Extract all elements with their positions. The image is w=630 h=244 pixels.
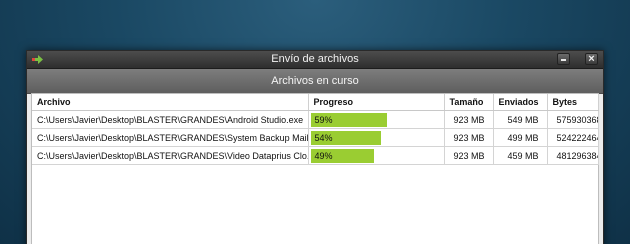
table-header-row: Archivo Progreso Tamaño Enviados Bytes <box>32 94 599 111</box>
column-header-enviados[interactable]: Enviados <box>493 94 548 111</box>
file-path: C:\Users\Javier\Desktop\BLASTER\GRANDES\… <box>32 110 309 129</box>
bytes-count: 481296384 <box>547 146 599 165</box>
title-bar[interactable]: Envío de archivos × <box>27 51 603 69</box>
section-header: Archivos en curso <box>27 69 603 94</box>
progress-label: 59% <box>314 114 333 125</box>
file-transfer-window: Envío de archivos × Archivos en curso Ar… <box>26 50 604 244</box>
column-header-tamano[interactable]: Tamaño <box>444 94 494 111</box>
progress-cell: 49% <box>308 146 445 165</box>
file-path: C:\Users\Javier\Desktop\BLASTER\GRANDES\… <box>32 146 309 165</box>
progress-cell: 59% <box>308 110 445 129</box>
transfers-table: Archivo Progreso Tamaño Enviados Bytes C… <box>32 94 599 165</box>
progress-bar: 54% <box>310 130 441 145</box>
progress-label: 54% <box>314 132 333 143</box>
table-row[interactable]: C:\Users\Javier\Desktop\BLASTER\GRANDES\… <box>32 110 599 129</box>
sent-amount: 499 MB <box>493 128 548 147</box>
file-size: 923 MB <box>444 128 494 147</box>
file-size: 923 MB <box>444 110 494 129</box>
minimize-button[interactable] <box>557 53 570 65</box>
sent-amount: 549 MB <box>493 110 548 129</box>
progress-bar: 49% <box>310 148 441 163</box>
file-path: C:\Users\Javier\Desktop\BLASTER\GRANDES\… <box>32 128 309 147</box>
transfers-table-container[interactable]: Archivo Progreso Tamaño Enviados Bytes C… <box>31 93 599 244</box>
progress-bar: 59% <box>310 112 441 127</box>
column-header-bytes[interactable]: Bytes <box>547 94 599 111</box>
column-header-archivo[interactable]: Archivo <box>32 94 309 111</box>
bytes-count: 575930368 <box>547 110 599 129</box>
table-row[interactable]: C:\Users\Javier\Desktop\BLASTER\GRANDES\… <box>32 128 599 147</box>
window-title: Envío de archivos <box>271 53 359 65</box>
sent-amount: 459 MB <box>493 146 548 165</box>
column-header-progreso[interactable]: Progreso <box>308 94 445 111</box>
progress-cell: 54% <box>308 128 445 147</box>
progress-label: 49% <box>314 150 333 161</box>
close-icon: × <box>588 53 595 65</box>
table-row[interactable]: C:\Users\Javier\Desktop\BLASTER\GRANDES\… <box>32 146 599 165</box>
bytes-count: 524222464 <box>547 128 599 147</box>
file-size: 923 MB <box>444 146 494 165</box>
close-button[interactable]: × <box>585 53 598 65</box>
minimize-icon <box>561 59 566 61</box>
